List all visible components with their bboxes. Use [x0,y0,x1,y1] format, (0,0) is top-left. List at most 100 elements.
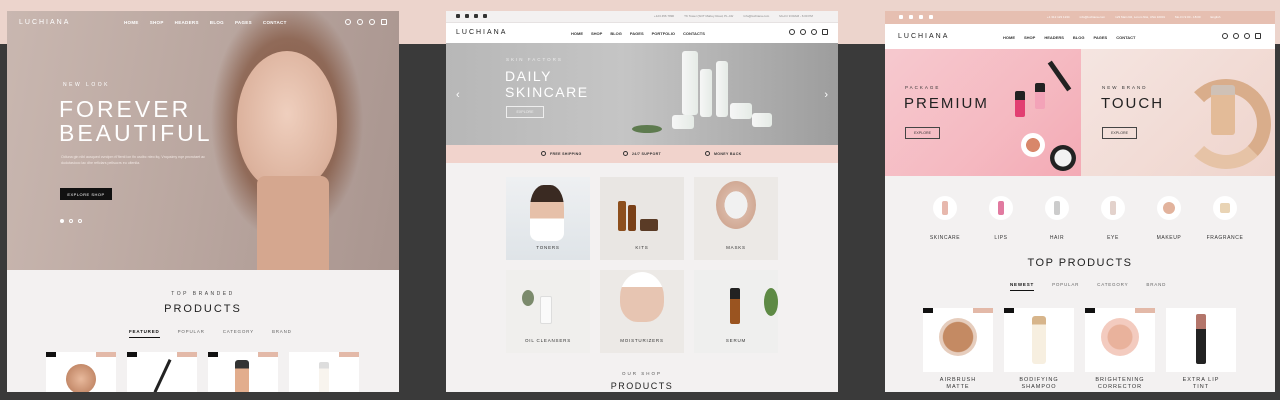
nav-item-pages[interactable]: PAGES [1093,35,1107,40]
tab-featured[interactable]: FEATURED [129,329,160,338]
tab-popular[interactable]: POPULAR [1052,282,1079,291]
hero-banner: LUCHIANA HOME SHOP HEADERS BLOG PAGES CO… [7,11,399,270]
cart-icon[interactable] [381,19,387,25]
demo-preview-forever-beautiful[interactable]: LUCHIANA HOME SHOP HEADERS BLOG PAGES CO… [7,11,399,392]
facebook-icon[interactable] [456,14,460,18]
tile-label: MASKS [726,245,746,250]
nav-item-home[interactable]: HOME [571,31,583,36]
category-tile-toners[interactable]: TONERS [506,177,590,260]
product-card[interactable] [1004,308,1074,372]
user-icon[interactable] [800,29,806,35]
category-lips[interactable]: LIPS [981,196,1021,244]
lipstick-icon [989,196,1013,220]
tab-brand[interactable]: BRAND [272,329,292,338]
nav-item-portfolio[interactable]: PORTFOLIO [652,31,675,36]
search-icon[interactable] [1222,33,1228,39]
logo[interactable]: LUCHIANA [19,19,70,26]
heart-icon[interactable] [811,29,817,35]
category-tile-kits[interactable]: KITS [600,177,684,260]
logo[interactable]: LUCHIANA [898,33,949,40]
language-select[interactable]: English [1211,15,1221,19]
product-card[interactable] [923,308,993,372]
twitter-icon[interactable] [465,14,469,18]
product-card[interactable] [1085,308,1155,372]
heart-icon[interactable] [369,19,375,25]
product-card[interactable] [1166,308,1236,372]
banner-kicker: PACKAGE [905,85,941,90]
youtube-icon[interactable] [483,14,487,18]
cart-icon[interactable] [1255,33,1261,39]
product-tabs: NEWEST POPULAR CATEGORY BRAND [1010,282,1166,291]
category-tile-oil-cleansers[interactable]: OIL CLEANSERS [506,270,590,353]
nav-item-shop[interactable]: SHOP [591,31,602,36]
nav-item-pages[interactable]: PAGES [235,20,252,25]
category-tile-moisturizers[interactable]: MOISTURIZERS [600,270,684,353]
instagram-icon[interactable] [909,15,913,19]
nav-item-contacts[interactable]: CONTACTS [683,31,705,36]
tab-popular[interactable]: POPULAR [178,329,205,338]
explore-shop-button[interactable]: EXPLORE SHOP [60,188,112,200]
tab-category[interactable]: CATEGORY [1097,282,1128,291]
banner-premium[interactable]: PACKAGE PREMIUM EXPLORE [885,49,1081,176]
explore-button[interactable]: EXPLORE [1102,127,1137,139]
category-makeup[interactable]: MAKEUP [1149,196,1189,244]
powder-compact-image [1050,145,1076,171]
nav-item-contact[interactable]: CONTACT [1116,35,1135,40]
leaf-decoration [764,288,778,316]
section-kicker: OUR SHOP [621,371,662,376]
product-card[interactable] [127,352,197,392]
cart-icon[interactable] [822,29,828,35]
search-icon[interactable] [789,29,795,35]
nav-item-home[interactable]: HOME [1003,35,1015,40]
user-icon[interactable] [357,19,363,25]
nav-item-headers[interactable]: HEADERS [1044,35,1064,40]
category-skincare[interactable]: SKINCARE [925,196,965,244]
search-icon[interactable] [345,19,351,25]
heart-icon[interactable] [1244,33,1250,39]
slider-dot[interactable] [60,219,64,223]
tab-category[interactable]: CATEGORY [223,329,254,338]
facebook-icon[interactable] [899,15,903,19]
nav-item-blog[interactable]: BLOG [210,20,224,25]
category-tile-serum[interactable]: SERUM [694,270,778,353]
product-name[interactable]: AIRBRUSH MATTE [923,377,993,391]
twitter-icon[interactable] [919,15,923,19]
slider-next-icon[interactable]: › [824,89,828,101]
nav-item-shop[interactable]: SHOP [1024,35,1035,40]
product-card[interactable] [289,352,359,392]
user-icon[interactable] [1233,33,1239,39]
logo[interactable]: LUCHIANA [456,29,507,36]
youtube-icon[interactable] [929,15,933,19]
slider-dot[interactable] [78,219,82,223]
explore-button[interactable]: EXPLORE [905,127,940,139]
category-fragrance[interactable]: FRAGRANCE [1205,196,1245,244]
product-name[interactable]: EXTRA LIP TINT [1166,377,1236,391]
product-card[interactable] [208,352,278,392]
lip-tint-image [1196,314,1206,364]
slider-dot[interactable] [69,219,73,223]
nav-item-blog[interactable]: BLOG [610,31,622,36]
nav-item-headers[interactable]: HEADERS [175,20,199,25]
nav-item-home[interactable]: HOME [124,20,139,25]
banner-touch[interactable]: NEW BRAND TOUCH EXPLORE [1081,49,1275,176]
category-eye[interactable]: EYE [1093,196,1133,244]
nav-item-contact[interactable]: CONTACT [263,20,287,25]
category-hair[interactable]: HAIR [1037,196,1077,244]
nav-item-pages[interactable]: PAGES [630,31,644,36]
slider-dots [60,219,82,223]
demo-preview-premium-touch[interactable]: +1 312 123 1234 info@luchiana.com 123 Ma… [885,11,1275,392]
tab-newest[interactable]: NEWEST [1010,282,1035,291]
mascara-icon [1101,196,1125,220]
instagram-icon[interactable] [474,14,478,18]
demo-preview-daily-skincare[interactable]: +123 456 7890 TK Tower (SOT Mabuy Road, … [446,11,838,392]
explore-button[interactable]: EXPLORE [506,106,544,118]
product-card[interactable] [46,352,116,392]
header-icons [789,29,828,35]
tab-brand[interactable]: BRAND [1146,282,1166,291]
product-name[interactable]: BODIFYING SHAMPOO [1004,377,1074,391]
slider-prev-icon[interactable]: ‹ [456,89,460,101]
product-name[interactable]: BRIGHTENING CORRECTOR [1085,377,1155,391]
nav-item-blog[interactable]: BLOG [1073,35,1085,40]
category-tile-masks[interactable]: MASKS [694,177,778,260]
nav-item-shop[interactable]: SHOP [150,20,164,25]
